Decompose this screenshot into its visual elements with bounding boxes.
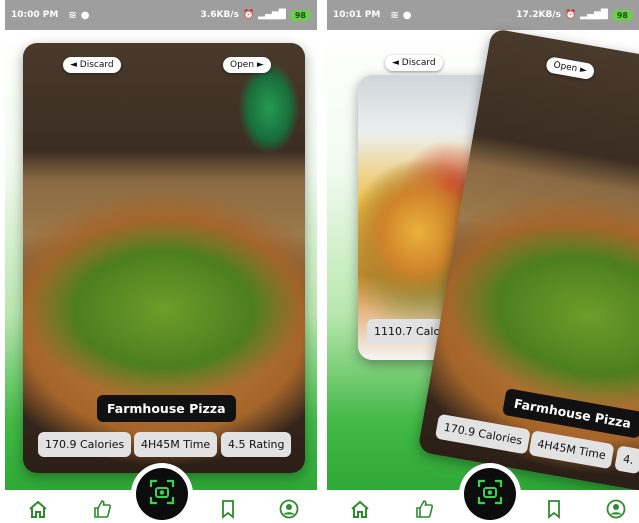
status-right: 3.6KB/s ⏰ ▂▄▆█ 98 xyxy=(200,9,311,21)
calories-badge: 170.9 Calories xyxy=(38,432,132,457)
battery-level: 98 xyxy=(289,9,311,21)
scan-icon xyxy=(477,479,503,509)
status-bar: 10:00 PM ≋ ● 3.6KB/s ⏰ ▂▄▆█ 98 xyxy=(5,0,317,30)
rating-badge: 4.5 Rating xyxy=(221,432,292,457)
time-badge: 4H45M Time xyxy=(134,432,218,457)
wifi-icon: ≋ xyxy=(68,9,77,21)
discard-button[interactable]: ◄ Discard xyxy=(385,55,443,71)
scan-button[interactable] xyxy=(136,468,188,520)
recipe-card[interactable]: ◄ Discard Open ► Farmhouse Pizza 170.9 C… xyxy=(23,43,305,473)
profile-icon[interactable] xyxy=(605,498,627,520)
notification-icon: ● xyxy=(402,9,412,21)
home-icon[interactable] xyxy=(27,498,49,520)
recipe-image-leaves xyxy=(239,63,299,153)
scan-icon xyxy=(149,479,175,509)
profile-icon[interactable] xyxy=(278,498,300,520)
notification-icon: ● xyxy=(80,9,90,21)
status-right: 17.2KB/s ⏰ ▂▄▆█ 98 xyxy=(516,9,633,21)
rating-badge: 4. xyxy=(614,445,639,475)
signal-icon: ▂▄▆█ xyxy=(258,10,286,20)
status-time: 10:01 PM xyxy=(333,10,381,20)
network-speed: 3.6KB/s xyxy=(200,10,239,20)
discard-button[interactable]: ◄ Discard xyxy=(63,57,121,73)
thumbs-up-icon[interactable] xyxy=(413,498,435,520)
thumbs-up-icon[interactable] xyxy=(91,498,113,520)
screen-during-swipe: 10:01 PM ≋ ● 17.2KB/s ⏰ ▂▄▆█ 98 1110.7 C… xyxy=(327,0,639,523)
wifi-icon: ≋ xyxy=(390,9,399,21)
screen-before-swipe: 10:00 PM ≋ ● 3.6KB/s ⏰ ▂▄▆█ 98 ◄ Discard… xyxy=(5,0,317,523)
signal-icon: ▂▄▆█ xyxy=(580,10,608,20)
network-speed: 17.2KB/s xyxy=(516,10,561,20)
bookmark-icon[interactable] xyxy=(217,498,239,520)
status-bar: 10:01 PM ≋ ● 17.2KB/s ⏰ ▂▄▆█ 98 xyxy=(327,0,639,30)
status-time: 10:00 PM xyxy=(11,10,59,20)
alarm-icon: ⏰ xyxy=(564,10,577,20)
alarm-icon: ⏰ xyxy=(242,10,255,20)
bookmark-icon[interactable] xyxy=(543,498,565,520)
open-button[interactable]: Open ► xyxy=(223,57,271,73)
scan-button[interactable] xyxy=(464,468,516,520)
home-icon[interactable] xyxy=(349,498,371,520)
recipe-title: Farmhouse Pizza xyxy=(97,395,236,422)
battery-level: 98 xyxy=(611,9,633,21)
